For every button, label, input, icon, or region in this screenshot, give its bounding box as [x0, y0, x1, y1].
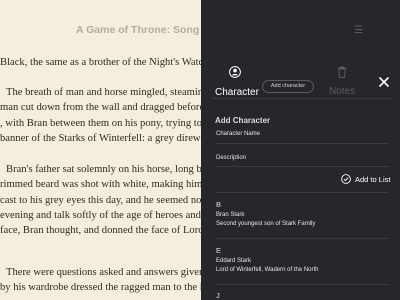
description-field[interactable] — [215, 166, 389, 167]
character-panel: ☰ Character Add character Notes Add Char… — [201, 0, 400, 300]
text-line: Black, the same as a brother of the Nigh… — [0, 57, 261, 68]
description-label: Description — [216, 155, 247, 161]
character-entry-description: Lord of Winterfell, Wadern of the North — [216, 267, 319, 273]
text-line: The breath of man and horse mingled, ste… — [6, 87, 259, 98]
check-circle-icon — [341, 174, 351, 184]
text-line: by his wardrobe dressed the ragged man t… — [0, 282, 248, 294]
user-icon — [229, 66, 241, 78]
character-name-label: Character Name — [216, 131, 261, 137]
text-line: , with Bran between them on his pony, tr… — [0, 117, 251, 129]
trash-icon — [338, 66, 346, 78]
text-line: rimmed beard was shot with white, making… — [0, 179, 260, 191]
text-line: Bran's father sat solemnly on his horse,… — [6, 164, 243, 175]
tab-character[interactable]: Character — [215, 66, 259, 100]
tab-notes-label: Notes — [328, 86, 356, 97]
character-entry-description: Second youngest son of Stark Family — [216, 221, 316, 227]
character-entry-name[interactable]: Bran Stark — [216, 212, 244, 218]
group-letter: J — [216, 291, 220, 300]
group-letter: B — [216, 200, 222, 209]
paragraph: There were questions asked and answers g… — [0, 265, 255, 296]
menu-icon[interactable]: ☰ — [354, 25, 363, 36]
add-to-list-label: Add to List — [355, 174, 391, 184]
text-line: There were questions asked and answers g… — [6, 267, 255, 278]
character-entry-name[interactable]: Eddard Stark — [216, 258, 251, 264]
close-icon[interactable] — [378, 76, 390, 88]
character-name-field[interactable] — [215, 143, 389, 144]
form-heading: Add Character — [215, 116, 271, 125]
text-line: face, Bran thought, and donned the face … — [0, 225, 241, 237]
divider — [215, 238, 389, 239]
paragraph: The breath of man and horse mingled, ste… — [0, 85, 259, 146]
text-line: banner of the Starks of Winterfell: a gr… — [0, 132, 254, 144]
paragraph: Black, the same as a brother of the Nigh… — [0, 55, 261, 70]
tab-character-label: Character — [215, 87, 259, 98]
group-letter: E — [216, 246, 222, 255]
tab-divider — [211, 98, 391, 99]
tab-notes[interactable]: Notes — [327, 66, 357, 99]
text-line: evening and talk softly of the age of he… — [0, 209, 254, 221]
text-line: cast to his grey eyes this day, and he s… — [0, 194, 244, 206]
paragraph: Bran's father sat solemnly on his horse,… — [0, 162, 260, 238]
text-line: man cut down from the wall and dragged b… — [0, 102, 257, 114]
add-to-list-button[interactable]: Add to List — [341, 174, 390, 184]
divider — [215, 284, 389, 285]
add-character-button[interactable]: Add character — [262, 80, 314, 93]
divider — [215, 192, 389, 193]
